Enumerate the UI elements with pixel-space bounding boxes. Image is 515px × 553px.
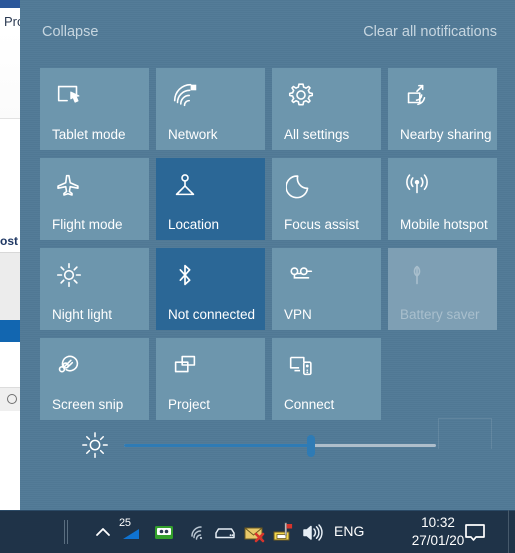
taskbar-top-border: [0, 510, 515, 511]
brightness-slider-track[interactable]: [124, 435, 436, 457]
quick-action-label: Night light: [52, 307, 113, 322]
quick-action-tile[interactable]: Screen snip: [40, 338, 149, 420]
sun-icon: [54, 260, 84, 290]
quick-action-label: Project: [168, 397, 211, 412]
quick-action-label: Focus assist: [284, 217, 360, 232]
quick-action-label: Tablet mode: [52, 127, 126, 142]
battery-icon[interactable]: [120, 520, 146, 544]
quick-action-label: Connect: [284, 397, 335, 412]
quick-action-label: Location: [168, 217, 220, 232]
airplane-icon: [54, 170, 84, 200]
quick-action-label: Network: [168, 127, 218, 142]
collapse-button[interactable]: Collapse: [42, 24, 98, 40]
quick-action-tile[interactable]: Mobile hotspot: [388, 158, 497, 240]
connect-icon: [286, 350, 316, 380]
network-icon: [170, 80, 200, 110]
taskbar: 25 ENG 10:32 27/01/20: [0, 510, 515, 553]
language-indicator[interactable]: ENG: [334, 523, 364, 539]
tablet-mode-icon: [54, 80, 84, 110]
quick-action-tile[interactable]: Focus assist: [272, 158, 381, 240]
volume-icon[interactable]: [300, 520, 326, 544]
bluetooth-icon: [170, 260, 200, 290]
action-center-icon[interactable]: [462, 520, 488, 544]
battery-leaf-icon: [402, 260, 432, 290]
nearby-sharing-icon: [402, 80, 432, 110]
quick-action-label: Flight mode: [52, 217, 123, 232]
quick-action-tile[interactable]: Flight mode: [40, 158, 149, 240]
quick-action-label: Nearby sharing: [400, 127, 492, 142]
moon-icon: [286, 170, 316, 200]
taskbar-divider: [64, 520, 65, 544]
quick-action-tile[interactable]: Night light: [40, 248, 149, 330]
quick-action-tile[interactable]: Project: [156, 338, 265, 420]
disk-icon[interactable]: [212, 520, 238, 544]
show-desktop-button[interactable]: [508, 510, 515, 553]
quick-action-tile[interactable]: VPN: [272, 248, 381, 330]
quick-action-tile[interactable]: Connect: [272, 338, 381, 420]
mail-error-icon[interactable]: [242, 520, 268, 544]
quick-action-tile[interactable]: Nearby sharing: [388, 68, 497, 150]
quick-action-tile[interactable]: Tablet mode: [40, 68, 149, 150]
quick-action-label: All settings: [284, 127, 350, 142]
device-icon[interactable]: [152, 520, 176, 544]
action-center-panel: Collapse Clear all notifications Tablet …: [20, 0, 515, 510]
brightness-icon: [80, 430, 110, 460]
brightness-slider-fill: [124, 444, 312, 447]
brightness-slider-row: [20, 425, 515, 471]
quick-action-label: Not connected: [168, 307, 256, 322]
location-icon: [170, 170, 200, 200]
quick-action-tile[interactable]: Location: [156, 158, 265, 240]
mail-flag-icon[interactable]: [270, 520, 296, 544]
background-toolbar-gear-icon[interactable]: [7, 394, 17, 404]
clear-all-notifications-button[interactable]: Clear all notifications: [363, 24, 497, 40]
quick-action-label: Mobile hotspot: [400, 217, 488, 232]
quick-action-tile[interactable]: All settings: [272, 68, 381, 150]
background-window-section-label: ost: [0, 234, 18, 248]
quick-action-label: Screen snip: [52, 397, 124, 412]
gear-icon: [286, 80, 316, 110]
quick-action-label: Battery saver: [400, 307, 480, 322]
desktop-screen: Pro ost Collapse Clear all notifications…: [0, 0, 515, 553]
wifi-icon[interactable]: [186, 520, 210, 544]
quick-action-label: VPN: [284, 307, 312, 322]
vpn-icon: [286, 260, 316, 290]
action-center-header: Collapse Clear all notifications: [20, 24, 515, 52]
screen-snip-icon: [54, 350, 84, 380]
project-icon: [170, 350, 200, 380]
hotspot-icon: [402, 170, 432, 200]
brightness-slider-thumb[interactable]: [307, 435, 316, 457]
quick-action-tile: Battery saver: [388, 248, 497, 330]
quick-action-tile[interactable]: Network: [156, 68, 265, 150]
taskbar-divider-second: [67, 520, 68, 544]
quick-action-tile[interactable]: Not connected: [156, 248, 265, 330]
chevron-up-icon[interactable]: [92, 520, 114, 544]
